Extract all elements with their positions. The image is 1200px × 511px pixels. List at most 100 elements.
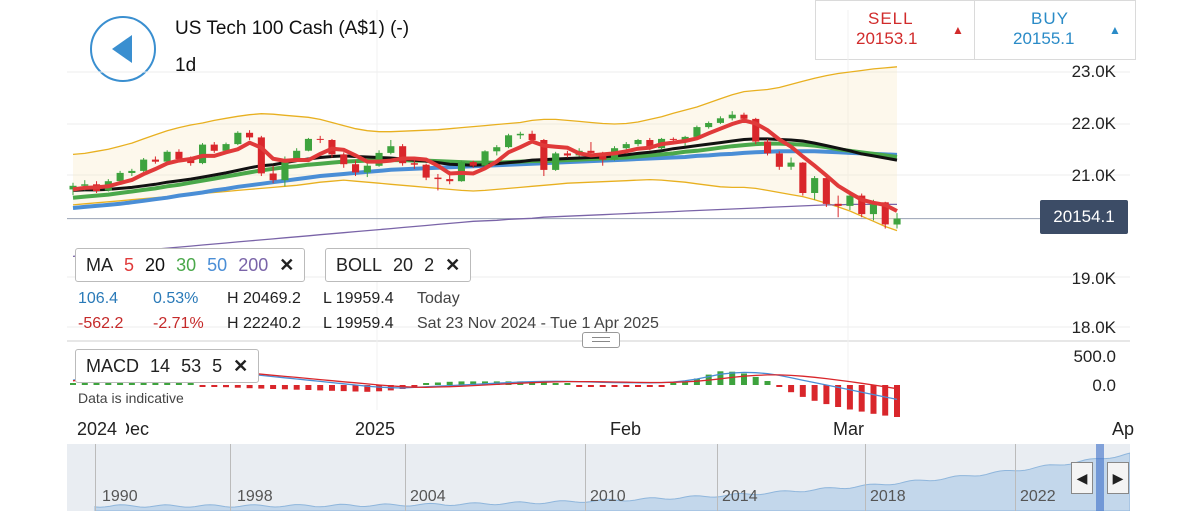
candle-body	[210, 144, 218, 151]
macd-histogram-bar	[234, 385, 241, 388]
candle-body	[128, 170, 136, 173]
pane-resize-handle[interactable]	[582, 332, 620, 348]
ma-label: MA	[86, 255, 113, 275]
candle-body	[799, 162, 807, 193]
low-today: L 19959.4	[323, 290, 394, 307]
boll-close-icon[interactable]: ✕	[445, 255, 460, 275]
macd-histogram-bar	[329, 385, 335, 391]
navigator-year: 1990	[102, 488, 138, 505]
current-price-tag: 20154.1	[1040, 200, 1128, 234]
candle-body	[493, 147, 501, 152]
y-tick: 22.0K	[1071, 114, 1116, 133]
macd-histogram-bar	[187, 383, 194, 385]
macd-histogram-bar	[823, 385, 830, 405]
candle-body	[563, 153, 571, 156]
macd-histogram-bar	[317, 385, 324, 391]
macd-histogram-bar	[434, 382, 441, 385]
candle-body	[505, 135, 513, 148]
candle-body	[199, 144, 207, 164]
period-today: Today	[417, 290, 460, 307]
macd-histogram-bar	[599, 385, 606, 387]
candle-body	[246, 132, 254, 138]
macd-histogram-bar	[811, 385, 818, 401]
candle-body	[116, 172, 124, 182]
macd-histogram-bar	[199, 385, 206, 387]
ma-period-200: 200	[238, 255, 269, 275]
candle-body	[269, 173, 277, 181]
navigator-year: 2022	[1020, 488, 1056, 505]
macd-histogram-bar	[882, 385, 889, 416]
macd-histogram-bar	[70, 383, 76, 385]
ma-indicator-chip[interactable]: MA 5 20 30 50 200 ✕	[75, 248, 306, 282]
y-tick: 18.0K	[1071, 318, 1116, 337]
bollinger-band-fill	[73, 66, 897, 231]
change-today: 106.4	[78, 290, 119, 307]
candle-body	[834, 203, 842, 206]
high-today: H 20469.2	[227, 290, 301, 307]
candle-body	[787, 162, 795, 167]
candle-body	[552, 153, 560, 170]
candle-body	[140, 159, 148, 171]
navigator-year: 2014	[722, 488, 758, 505]
disclaimer: Data is indicative	[78, 390, 184, 406]
macd-indicator-chip[interactable]: MACD 14 53 5 ✕	[75, 349, 260, 383]
macd-histogram-bar	[305, 385, 312, 390]
macd-histogram-bar	[552, 383, 559, 385]
macd-histogram-bar	[670, 383, 677, 385]
candle-body	[81, 184, 89, 186]
navigator-scroll-right-icon[interactable]: ▶	[1107, 462, 1129, 494]
macd-param: 53	[181, 356, 202, 376]
navigator-year: 1998	[237, 488, 273, 505]
candle-body	[634, 140, 642, 145]
macd-histogram-bar	[175, 383, 182, 385]
candle-body	[811, 178, 819, 193]
macd-histogram-bar	[646, 385, 653, 387]
macd-histogram-bar	[741, 373, 747, 385]
boll-indicator-chip[interactable]: BOLL 20 2 ✕	[325, 248, 472, 282]
range-navigator[interactable]: 1990 1998 2004 2010 2014 2018 2022 ◀ ▶	[67, 444, 1130, 511]
x-tick-month: Apr	[1112, 419, 1134, 439]
pct-today: 0.53%	[153, 290, 199, 307]
macd-histogram-bar	[623, 385, 630, 387]
macd-param: 14	[150, 356, 171, 376]
candle-body	[434, 177, 442, 180]
boll-label: BOLL	[336, 255, 383, 275]
candle-body	[410, 163, 418, 165]
candle-body	[822, 178, 830, 204]
macd-close-icon[interactable]: ✕	[233, 356, 248, 376]
candle-body	[469, 162, 477, 166]
candle-body	[304, 138, 312, 151]
macd-histogram-bar	[352, 385, 359, 392]
candle-body	[340, 154, 348, 165]
macd-param: 5	[212, 356, 223, 376]
macd-histogram-bar	[211, 385, 218, 387]
candle-body	[375, 152, 383, 166]
candle-body	[175, 151, 183, 159]
candle-body	[528, 133, 536, 140]
macd-histogram-bar	[611, 385, 618, 387]
macd-label: MACD	[86, 356, 139, 376]
navigator-selection[interactable]	[1096, 444, 1104, 511]
macd-histogram-bar	[293, 385, 300, 390]
x-tick-year: 2025	[355, 419, 396, 439]
candle-body	[422, 164, 430, 178]
macd-histogram-bar	[423, 383, 430, 385]
macd-histogram-bar	[446, 381, 453, 385]
y-tick: 23.0K	[1071, 62, 1116, 81]
navigator-scroll-left-icon[interactable]: ◀	[1071, 462, 1093, 494]
macd-histogram-bar	[799, 385, 806, 397]
macd-y-tick: 500.0	[1073, 347, 1116, 366]
ma-close-icon[interactable]: ✕	[279, 255, 294, 275]
macd-histogram-bar	[164, 382, 171, 385]
macd-histogram-bar	[858, 385, 865, 412]
candle-body	[705, 123, 713, 128]
macd-histogram-bar	[564, 383, 571, 385]
ma-period-5: 5	[124, 255, 135, 275]
boll-param: 20	[393, 255, 414, 275]
candle-body	[740, 114, 748, 119]
macd-y-tick: 0.0	[1092, 376, 1116, 395]
candle-body	[151, 159, 159, 162]
ma-period-20: 20	[145, 255, 166, 275]
candle-body	[257, 137, 265, 174]
candle-body	[669, 138, 677, 140]
